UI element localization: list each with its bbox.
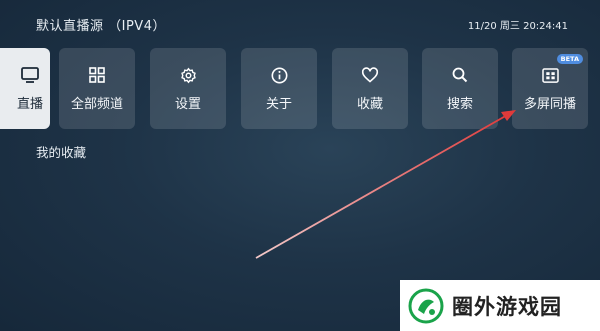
info-icon xyxy=(269,65,289,85)
heart-icon xyxy=(360,65,380,85)
watermark-logo-icon xyxy=(408,288,444,323)
tile-about[interactable]: 关于 xyxy=(241,48,317,129)
tile-label: 关于 xyxy=(265,97,292,112)
tile-label: 全部频道 xyxy=(70,97,123,112)
tile-label: 搜索 xyxy=(446,97,473,112)
favorites-section-title: 我的收藏 xyxy=(36,145,87,160)
grid-icon xyxy=(87,65,107,85)
source-title: 默认直播源 （IPV4） xyxy=(36,19,166,34)
tile-all-channels[interactable]: 全部频道 xyxy=(59,48,135,129)
tile-search[interactable]: 搜索 xyxy=(422,48,498,129)
datetime-display: 11/20 周三 20:24:41 xyxy=(467,21,568,32)
tile-live[interactable]: 直播 xyxy=(0,48,50,129)
tile-settings[interactable]: 设置 xyxy=(150,48,226,129)
menu-tiles: 直播 全部频道 设置 关于 收藏 搜索 BETA 多屏同播 xyxy=(0,48,600,130)
tile-favorites[interactable]: 收藏 xyxy=(332,48,408,129)
tile-label: 设置 xyxy=(174,97,201,112)
tile-label: 直播 xyxy=(16,97,43,112)
gear-icon xyxy=(178,65,198,85)
tile-label: 收藏 xyxy=(356,97,383,112)
beta-badge: BETA xyxy=(556,54,583,64)
multiscreen-icon xyxy=(540,65,560,85)
watermark-text: 圈外游戏园 xyxy=(452,294,562,319)
tile-multiscreen[interactable]: BETA 多屏同播 xyxy=(512,48,588,129)
tv-icon xyxy=(20,65,40,85)
tile-label: 多屏同播 xyxy=(523,97,576,112)
search-icon xyxy=(450,65,470,85)
watermark: 圈外游戏园 xyxy=(400,280,600,331)
